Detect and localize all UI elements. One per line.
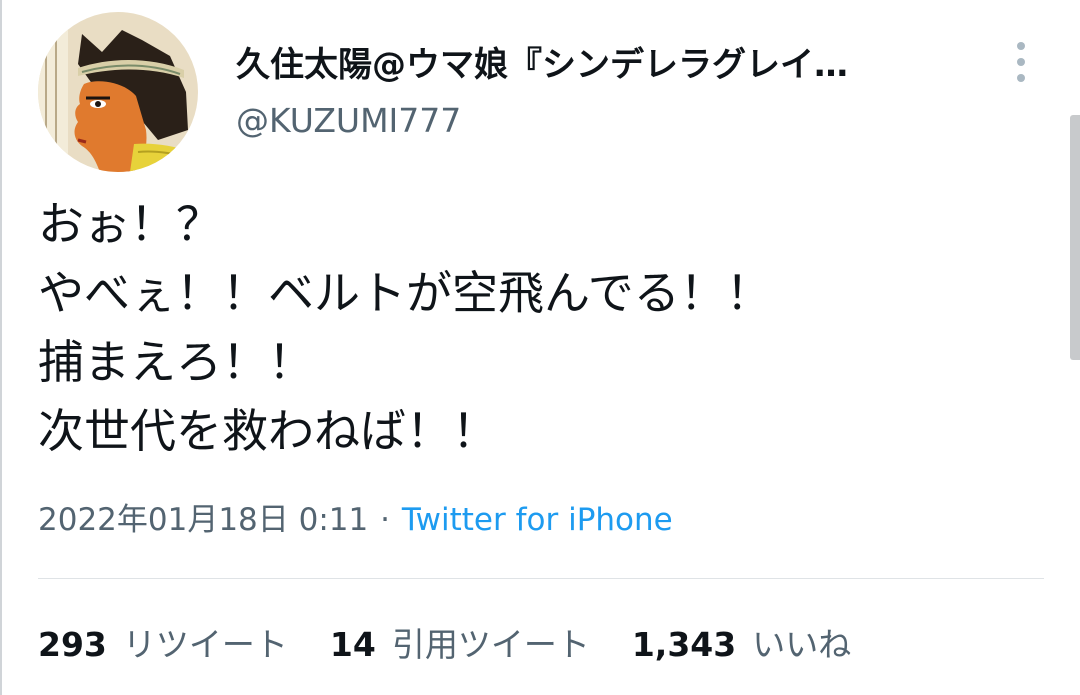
more-vertical-icon-dot <box>1017 58 1025 66</box>
quotes-stat[interactable]: 14 引用ツイート <box>330 622 590 668</box>
tweet-stats: 293 リツイート 14 引用ツイート 1,343 いいね <box>38 622 893 668</box>
tweet-source-link[interactable]: Twitter for iPhone <box>402 502 673 538</box>
tweet-text: おぉ！？ やべぇ！！ベルトが空飛んでる！！ 捕まえろ！！ 次世代を救わねば！！ <box>38 190 1028 466</box>
retweets-stat[interactable]: 293 リツイート <box>38 622 288 668</box>
tweet-text-line: おぉ！？ <box>38 197 222 251</box>
scrollbar-thumb[interactable] <box>1070 115 1080 360</box>
likes-stat[interactable]: 1,343 いいね <box>632 622 851 668</box>
author-names: 久住太陽@ウマ娘『シンデレラグレイ… @KUZUMI777 <box>236 42 848 143</box>
left-border <box>0 0 2 695</box>
retweet-count: 293 <box>38 625 107 664</box>
quote-count: 14 <box>329 625 376 664</box>
more-vertical-icon <box>1017 42 1025 50</box>
tweet-meta: 2022年01月18日 0:11 · Twitter for iPhone <box>38 498 673 542</box>
avatar-egyptian-profile-icon <box>38 12 198 172</box>
like-label: いいね <box>752 625 852 664</box>
tweet-timestamp[interactable]: 2022年01月18日 0:11 <box>38 502 368 538</box>
author-handle[interactable]: @KUZUMI777 <box>236 99 848 143</box>
tweet-text-line: 捕まえろ！！ <box>38 335 314 389</box>
author-display-name[interactable]: 久住太陽@ウマ娘『シンデレラグレイ… <box>236 42 848 88</box>
tweet-text-line: 次世代を救わねば！！ <box>38 404 498 458</box>
like-count: 1,343 <box>631 625 737 664</box>
meta-separator: · <box>380 502 390 538</box>
more-options-button[interactable] <box>1006 42 1036 82</box>
avatar[interactable] <box>38 12 198 172</box>
retweet-label: リツイート <box>122 625 288 664</box>
divider <box>38 578 1044 579</box>
more-vertical-icon-dot <box>1017 74 1025 82</box>
tweet-text-line: やべぇ！！ベルトが空飛んでる！！ <box>38 266 772 320</box>
tweet-header: 久住太陽@ウマ娘『シンデレラグレイ… @KUZUMI777 <box>38 12 1048 177</box>
quote-label: 引用ツイート <box>391 625 590 664</box>
